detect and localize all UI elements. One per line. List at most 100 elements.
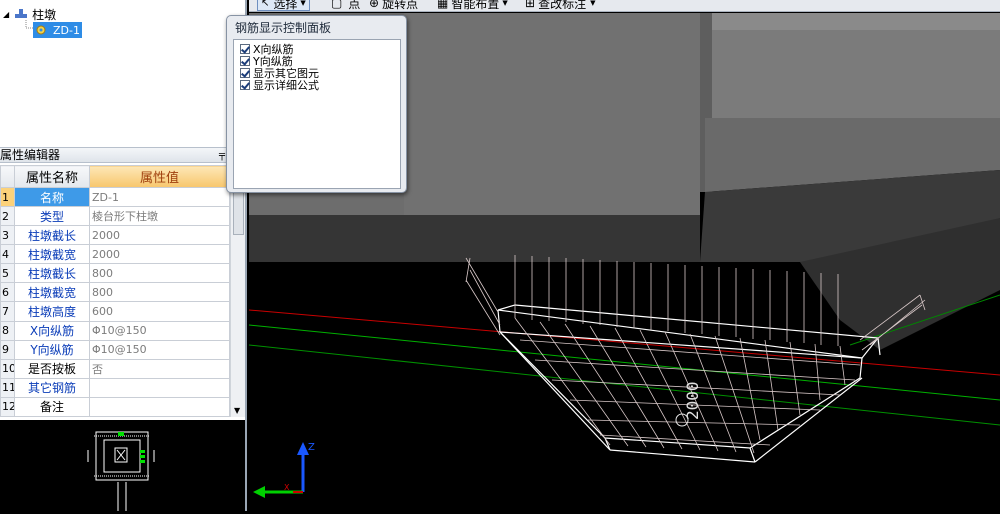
section-preview xyxy=(0,420,245,511)
property-name: 柱墩截长 xyxy=(14,263,90,284)
table-row[interactable]: 3 柱墩截长 2000 xyxy=(0,225,230,246)
option-show-other-elements[interactable]: 显示其它图元 xyxy=(240,67,319,79)
property-value[interactable]: 600 xyxy=(89,301,230,322)
table-row[interactable]: 9 Y向纵筋 Φ10@150 xyxy=(0,339,230,360)
plus-circle-icon: ⊕ xyxy=(369,0,380,10)
property-name: 柱墩截宽 xyxy=(14,282,90,303)
scroll-thumb[interactable] xyxy=(233,191,244,235)
left-panel: ◢ 柱墩 ZD-1 属性编辑器 ╤ 属性名称 属性值 1 名称 ZD-1 2 类… xyxy=(0,0,247,511)
row-number: 9 xyxy=(0,339,15,360)
layout-icon: ▦ xyxy=(437,0,449,10)
property-name: X向纵筋 xyxy=(14,320,90,341)
property-value[interactable]: ZD-1 xyxy=(89,187,230,208)
column-pier-icon xyxy=(15,9,28,18)
option-show-formula[interactable]: 显示详细公式 xyxy=(240,79,319,91)
smart-layout-button[interactable]: ▦ 智能布置 ▼ xyxy=(437,0,508,11)
row-number: 5 xyxy=(0,263,15,284)
property-value[interactable]: 2000 xyxy=(89,225,230,246)
property-value[interactable]: Φ10@150 xyxy=(89,339,230,360)
grid-corner xyxy=(0,164,15,189)
option-y-rebar[interactable]: Y向纵筋 xyxy=(240,55,293,67)
property-editor-header: 属性编辑器 ╤ xyxy=(0,147,245,163)
property-value[interactable] xyxy=(89,377,230,398)
scroll-down-icon[interactable]: ▼ xyxy=(234,406,240,415)
property-name: 备注 xyxy=(14,396,90,418)
point-button[interactable]: ▢ 点 xyxy=(331,0,360,11)
checkbox[interactable] xyxy=(240,44,250,54)
property-value[interactable]: 否 xyxy=(89,358,230,379)
chevron-down-icon: ▼ xyxy=(502,0,508,7)
find-dimension-label: 查改标注 xyxy=(538,0,587,11)
rotate-point-button[interactable]: ⊕ 旋转点 xyxy=(369,0,418,11)
point-icon: ▢ xyxy=(331,0,343,10)
cursor-icon: ↖ xyxy=(261,0,270,9)
row-number: 7 xyxy=(0,301,15,322)
property-value[interactable]: 800 xyxy=(89,282,230,303)
property-name: 名称 xyxy=(14,187,90,208)
property-name: 柱墩截宽 xyxy=(14,244,90,265)
row-number: 10 xyxy=(0,358,15,379)
pin-icon[interactable]: ╤ xyxy=(219,149,225,163)
table-row[interactable]: 8 X向纵筋 Φ10@150 xyxy=(0,320,230,341)
option-label: Y向纵筋 xyxy=(253,54,293,68)
tree-child-label: ZD-1 xyxy=(53,23,80,37)
find-dimension-button[interactable]: ⊞ 查改标注 ▼ xyxy=(525,0,595,11)
property-name: 柱墩截长 xyxy=(14,225,90,246)
table-row[interactable]: 10 是否按板 否 xyxy=(0,358,230,379)
checkbox[interactable] xyxy=(240,56,250,66)
table-row[interactable]: 4 柱墩截宽 2000 xyxy=(0,244,230,265)
table-row[interactable]: 12 备注 xyxy=(0,396,230,418)
grid-scrollbar[interactable]: ▲ ▼ xyxy=(230,165,245,417)
point-label: 点 xyxy=(348,0,361,11)
table-row[interactable]: 6 柱墩截宽 800 xyxy=(0,282,230,303)
panel-title: 钢筋显示控制面板 xyxy=(235,21,332,35)
select-button[interactable]: ↖ 选择 ▼ xyxy=(257,0,310,11)
row-number: 3 xyxy=(0,225,15,246)
property-name: 类型 xyxy=(14,206,90,227)
rotate-point-label: 旋转点 xyxy=(382,0,419,11)
property-value[interactable]: Φ10@150 xyxy=(89,320,230,341)
option-label: 显示其它图元 xyxy=(253,66,319,80)
property-value[interactable]: 2000 xyxy=(89,244,230,265)
row-number: 11 xyxy=(0,377,15,398)
row-number: 1 xyxy=(0,187,15,208)
axis-gizmo: Z X xyxy=(253,442,315,498)
dimension-label: 2000 xyxy=(683,381,702,420)
panel-options: X向纵筋 Y向纵筋 显示其它图元 显示详细公式 xyxy=(233,39,401,189)
axis-x-label: X xyxy=(284,483,290,492)
row-number: 2 xyxy=(0,206,15,227)
property-value[interactable]: 800 xyxy=(89,263,230,284)
col-value-header[interactable]: 属性值 xyxy=(89,164,230,189)
table-row[interactable]: 7 柱墩高度 600 xyxy=(0,301,230,322)
chevron-down-icon: ▼ xyxy=(590,0,596,7)
col-name-header[interactable]: 属性名称 xyxy=(14,164,90,189)
option-label: X向纵筋 xyxy=(253,42,294,56)
property-value[interactable]: 棱台形下柱墩 xyxy=(89,206,230,227)
property-name: 是否按板 xyxy=(14,358,90,379)
tree-node-zd1[interactable]: ZD-1 xyxy=(33,22,82,38)
rebar-display-panel[interactable]: 钢筋显示控制面板 X向纵筋 Y向纵筋 显示其它图元 显示详细公式 xyxy=(226,15,407,193)
table-row[interactable]: 11 其它钢筋 xyxy=(0,377,230,398)
table-row[interactable]: 5 柱墩截长 800 xyxy=(0,263,230,284)
property-name: 柱墩高度 xyxy=(14,301,90,322)
property-grid: 属性名称 属性值 1 名称 ZD-1 2 类型 棱台形下柱墩 3 柱墩截长 20… xyxy=(0,164,230,418)
gear-icon xyxy=(36,25,46,35)
row-number: 6 xyxy=(0,282,15,303)
axis-z-label: Z xyxy=(308,442,315,453)
table-row[interactable]: 1 名称 ZD-1 xyxy=(0,187,230,208)
row-number: 8 xyxy=(0,320,15,341)
dimension-icon: ⊞ xyxy=(525,0,536,10)
option-x-rebar[interactable]: X向纵筋 xyxy=(240,43,294,55)
checkbox[interactable] xyxy=(240,80,250,90)
row-number: 4 xyxy=(0,244,15,265)
smart-layout-label: 智能布置 xyxy=(451,0,500,11)
checkbox[interactable] xyxy=(240,68,250,78)
table-row[interactable]: 2 类型 棱台形下柱墩 xyxy=(0,206,230,227)
option-label: 显示详细公式 xyxy=(253,78,319,92)
collapse-icon[interactable]: ◢ xyxy=(3,10,9,19)
property-name: 其它钢筋 xyxy=(14,377,90,398)
row-number: 12 xyxy=(0,396,15,418)
property-value[interactable] xyxy=(89,396,230,418)
toolbar: ↖ 选择 ▼ ▢ 点 ⊕ 旋转点 ▦ 智能布置 ▼ ⊞ 查改标注 ▼ xyxy=(249,0,1000,12)
select-label: 选择 xyxy=(273,0,298,11)
